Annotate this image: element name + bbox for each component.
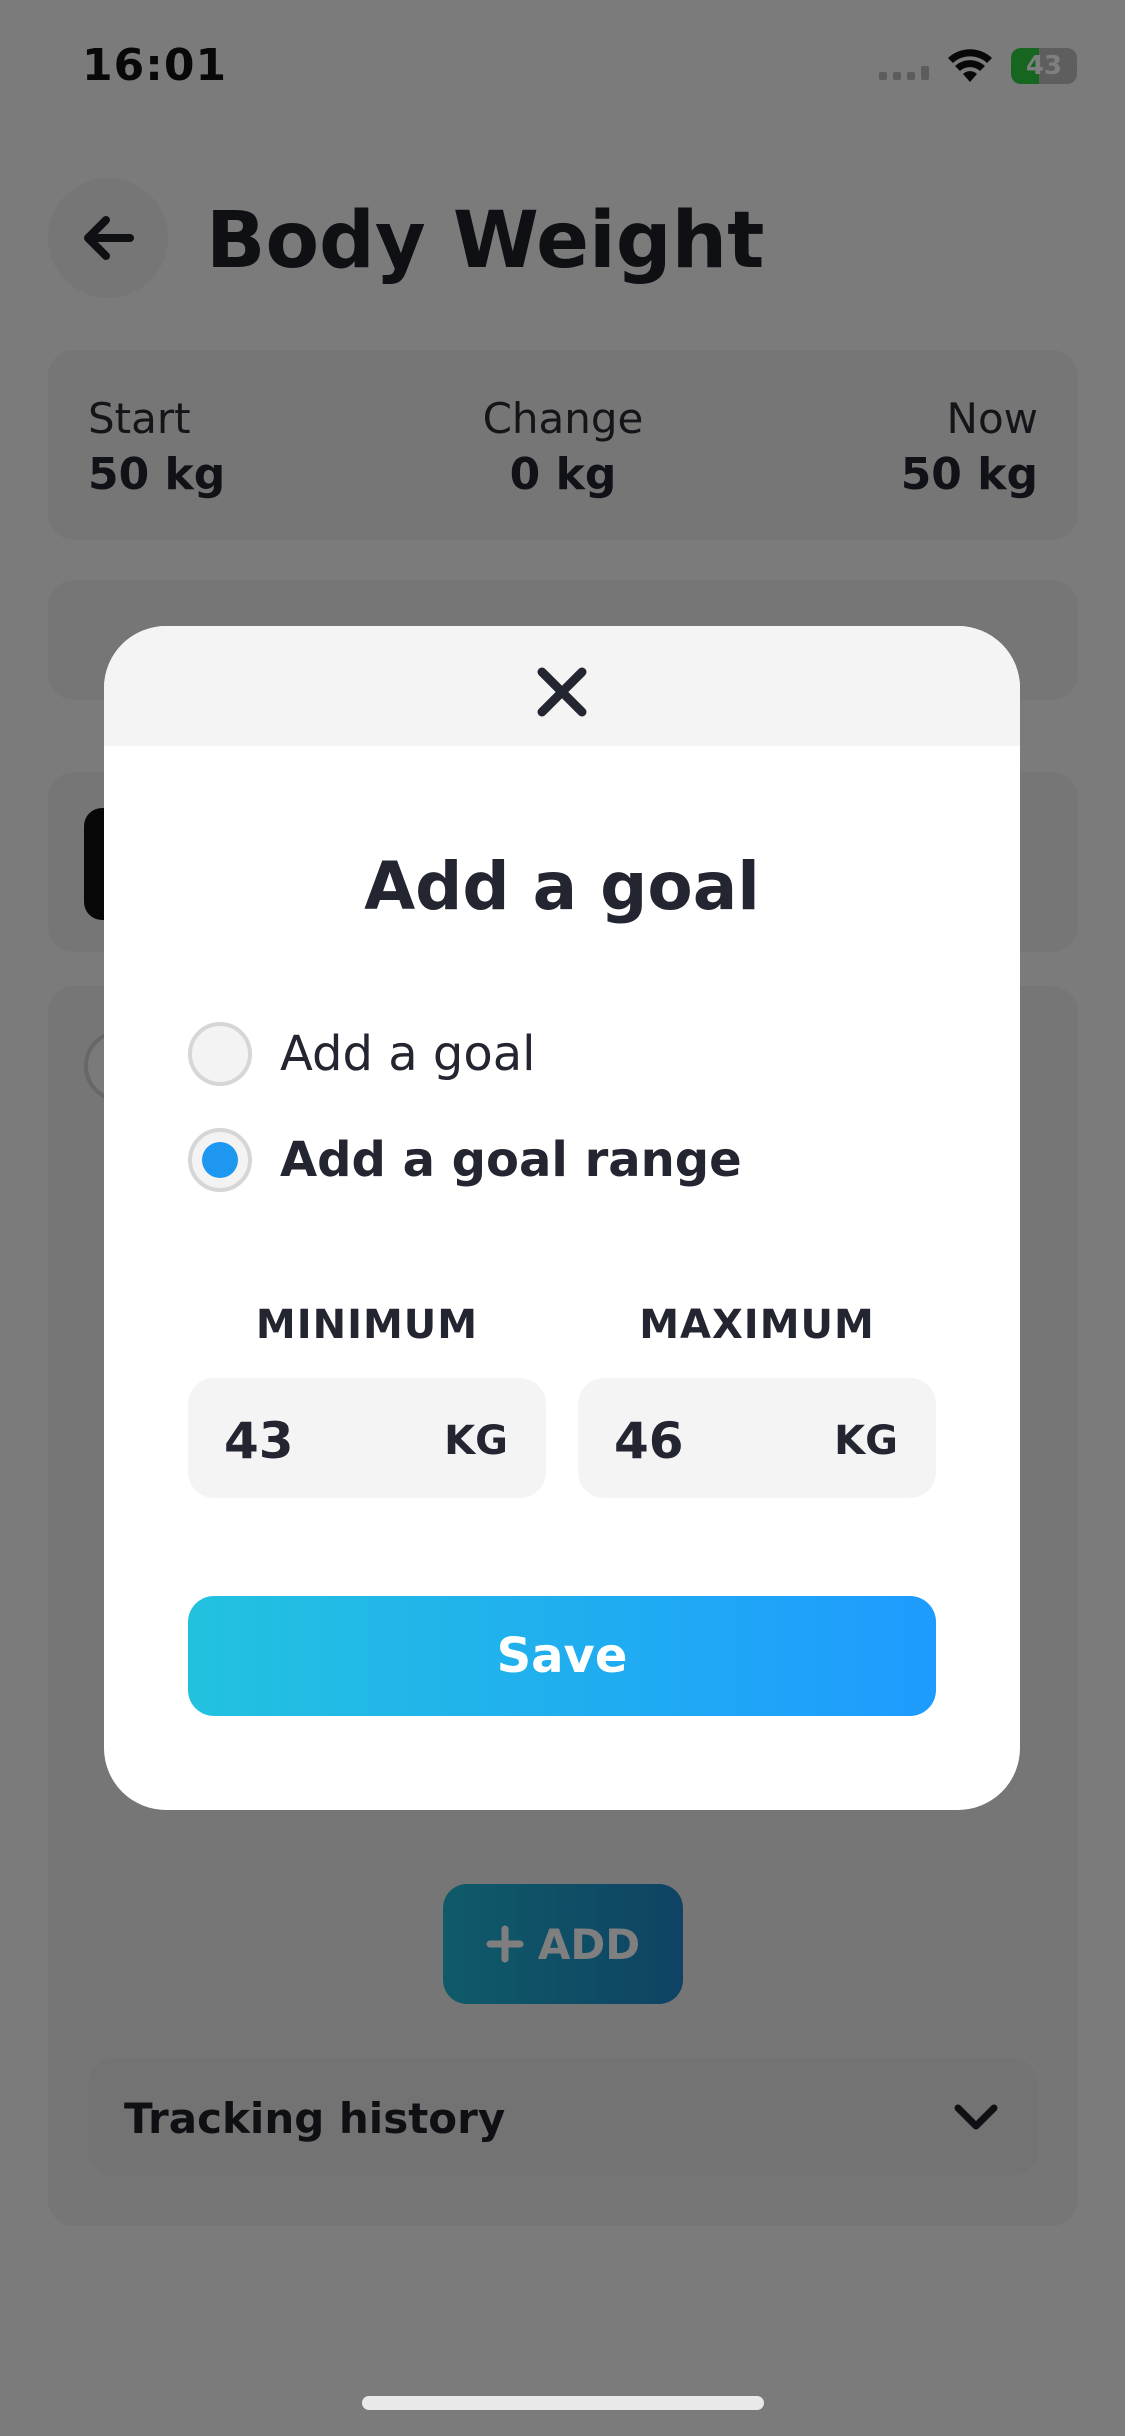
option-add-goal-label: Add a goal xyxy=(280,1026,536,1082)
radio-selected-dot xyxy=(202,1142,238,1178)
minimum-unit: KG xyxy=(444,1418,508,1464)
radio-add-goal-range[interactable] xyxy=(188,1128,252,1192)
add-goal-modal: Add a goal Add a goal Add a goal range M… xyxy=(104,626,1020,1810)
minimum-value: 43 xyxy=(224,1412,294,1470)
modal-title: Add a goal xyxy=(364,848,760,925)
save-button[interactable]: Save xyxy=(188,1596,936,1716)
maximum-label: MAXIMUM xyxy=(639,1302,875,1348)
modal-header xyxy=(104,626,1020,746)
option-add-goal[interactable]: Add a goal xyxy=(188,1022,535,1086)
home-indicator[interactable] xyxy=(362,2396,764,2410)
close-icon xyxy=(537,667,587,717)
screen: 16:01 43 Body Weight Start 50 kg xyxy=(0,0,1125,2436)
radio-add-goal[interactable] xyxy=(188,1022,252,1086)
close-button[interactable] xyxy=(522,652,602,732)
minimum-label: MINIMUM xyxy=(255,1302,479,1348)
maximum-input[interactable]: 46 KG xyxy=(578,1378,936,1498)
option-add-goal-range[interactable]: Add a goal range xyxy=(188,1128,742,1192)
option-add-goal-range-label: Add a goal range xyxy=(280,1132,742,1188)
maximum-unit: KG xyxy=(834,1418,898,1464)
maximum-value: 46 xyxy=(614,1412,684,1470)
minimum-input[interactable]: 43 KG xyxy=(188,1378,546,1498)
